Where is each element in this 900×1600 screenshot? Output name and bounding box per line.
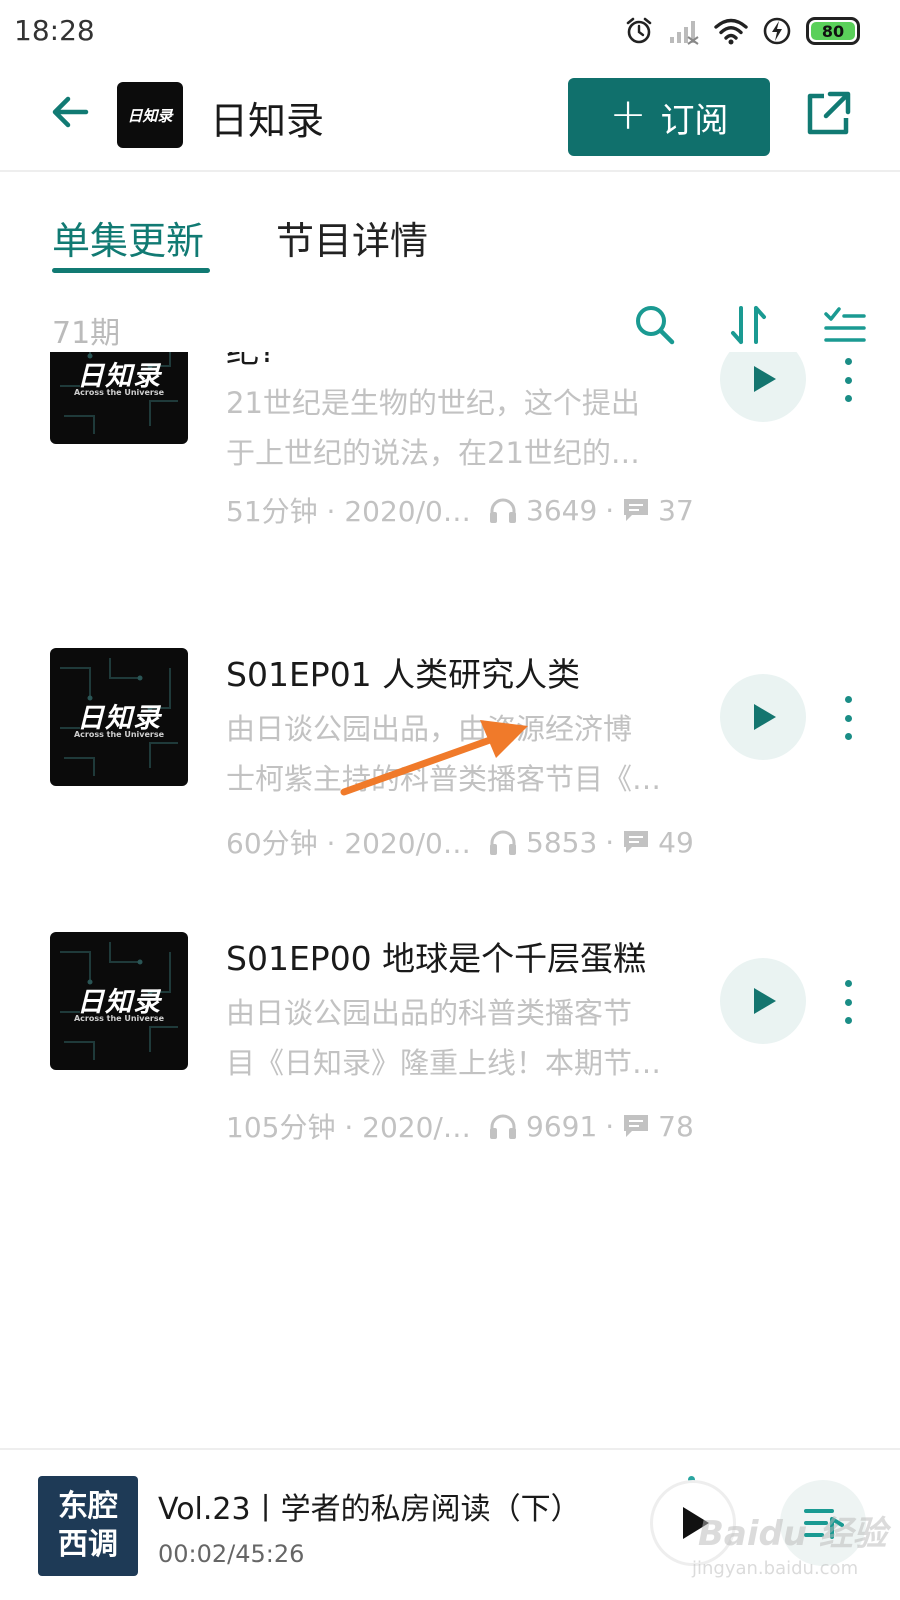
play-icon — [754, 366, 776, 392]
play-icon — [754, 704, 776, 730]
tab-episodes[interactable]: 单集更新 — [52, 210, 204, 265]
tab-program-details[interactable]: 节目详情 — [276, 210, 428, 265]
more-options-button[interactable] — [836, 358, 860, 402]
play-count: 9691 — [526, 1109, 598, 1143]
plus-icon: + — [609, 89, 647, 140]
meta-separator: · — [605, 1109, 615, 1143]
status-bar: 18:28 80 — [0, 0, 900, 62]
episode-description: 由日谈公园出品的科普类播客节 目《日知录》隆重上线！本期节… — [226, 988, 686, 1088]
play-button[interactable] — [720, 674, 806, 760]
description-line: 21世纪是生物的世纪，这个提出 — [226, 386, 640, 420]
comment-count: 37 — [658, 493, 694, 527]
meta-separator: · — [605, 493, 615, 527]
annotation-arrow-icon — [340, 720, 528, 796]
list-item[interactable]: 日知录 Across the Universe S01EP00 地球是个千层蛋糕… — [0, 932, 900, 1212]
episode-meta: 60分钟 · 2020/0… 5853 · 49 — [226, 822, 694, 862]
comment-count: 49 — [658, 825, 694, 859]
signal-icon — [670, 21, 699, 45]
battery-icon: 80 — [806, 17, 860, 45]
more-dot — [844, 998, 852, 1006]
headphones-icon — [490, 830, 516, 855]
watermark-main: Baidu 经验 — [698, 1514, 887, 1554]
episode-toolbar: 71期 — [0, 296, 900, 360]
podcast-logo-text: 日知录 — [127, 106, 173, 125]
player-cover-line: 东腔 — [58, 1489, 118, 1524]
sort-icon — [731, 306, 766, 344]
search-icon — [636, 306, 675, 345]
more-dot — [844, 980, 852, 987]
filter-list-icon — [824, 307, 866, 342]
episode-count: 71期 — [52, 316, 121, 351]
player-cover-line: 西调 — [58, 1527, 118, 1562]
play-button[interactable] — [720, 958, 806, 1044]
more-dot — [844, 714, 852, 722]
share-icon — [807, 91, 851, 135]
baidu-watermark: Baidu 经验 jingyan.baidu.com — [690, 1500, 887, 1596]
alarm-icon — [626, 17, 652, 44]
podcast-logo: 日知录 — [117, 82, 183, 148]
episode-list: 日知录 Across the Universe 纪? 21世纪是生物的世纪，这个… — [0, 352, 900, 1452]
more-options-button[interactable] — [836, 980, 860, 1024]
more-dot — [844, 696, 852, 703]
watermark-url: jingyan.baidu.com — [692, 1558, 859, 1579]
status-icons: 80 — [624, 14, 860, 48]
more-dot — [844, 1017, 852, 1024]
more-dot — [844, 395, 852, 402]
more-dot — [844, 733, 852, 740]
duration-date: 60分钟 · 2020/0… — [226, 827, 471, 860]
episode-cover: 日知录 Across the Universe — [50, 648, 188, 786]
sort-button[interactable] — [726, 302, 772, 348]
player-title: Vol.23丨学者的私房阅读（下） — [158, 1492, 581, 1527]
arrow-left-icon — [52, 96, 89, 128]
play-button[interactable] — [720, 352, 806, 422]
search-button[interactable] — [632, 302, 678, 348]
more-dot — [844, 376, 852, 384]
list-item[interactable]: 日知录 Across the Universe 纪? 21世纪是生物的世纪，这个… — [0, 352, 900, 576]
episode-meta: 105分钟 · 2020/… 9691 · 78 — [226, 1106, 694, 1146]
description-line: 由日谈公园出品的科普类播客节 — [226, 996, 633, 1030]
comment-count: 78 — [658, 1109, 694, 1143]
subscribe-button[interactable]: + 订阅 — [568, 78, 770, 156]
episode-description: 21世纪是生物的世纪，这个提出 于上世纪的说法，在21世纪的… — [226, 378, 686, 478]
duration-date: 105分钟 · 2020/… — [226, 1111, 471, 1144]
cover-subtitle: Across the Universe — [73, 730, 165, 739]
episode-title: S01EP01 人类研究人类 — [226, 655, 581, 694]
wifi-icon — [714, 18, 748, 45]
charging-icon — [763, 17, 791, 45]
episode-meta: 51分钟 · 2020/0… 3649 · 37 — [226, 490, 694, 530]
comment-icon — [624, 831, 649, 853]
episode-title: S01EP00 地球是个千层蛋糕 — [226, 939, 647, 978]
header: 日知录 日知录 + 订阅 — [0, 62, 900, 172]
comment-icon — [624, 499, 649, 521]
meta-separator: · — [605, 825, 615, 859]
description-line: 目《日知录》隆重上线！本期节… — [226, 1046, 662, 1080]
episode-cover: 日知录 Across the Universe — [50, 932, 188, 1070]
cover-subtitle: Across the Universe — [73, 388, 165, 397]
episode-title: 纪? — [226, 352, 277, 366]
tab-bar: 单集更新 节目详情 — [0, 200, 900, 280]
episode-cover: 日知录 Across the Universe — [50, 352, 188, 444]
play-icon — [754, 988, 776, 1014]
player-cover: 东腔 西调 — [38, 1476, 138, 1576]
comment-icon — [624, 1115, 649, 1137]
status-time: 18:28 — [14, 14, 95, 47]
duration-date: 51分钟 · 2020/0… — [226, 495, 471, 528]
filter-button[interactable] — [822, 302, 868, 348]
cover-subtitle: Across the Universe — [73, 1014, 165, 1023]
tab-active-indicator — [52, 268, 210, 273]
headphones-icon — [490, 1114, 516, 1139]
play-count: 5853 — [526, 825, 598, 859]
headphones-icon — [490, 498, 516, 523]
more-dot — [844, 358, 852, 365]
player-time: 00:02/45:26 — [158, 1540, 305, 1568]
play-count: 3649 — [526, 493, 598, 527]
battery-level: 80 — [811, 22, 855, 41]
share-button[interactable] — [802, 88, 854, 140]
description-line: 于上世纪的说法，在21世纪的… — [226, 436, 640, 470]
subscribe-label: 订阅 — [660, 100, 729, 141]
podcast-title: 日知录 — [210, 99, 325, 143]
back-button[interactable] — [46, 88, 94, 136]
more-options-button[interactable] — [836, 696, 860, 740]
